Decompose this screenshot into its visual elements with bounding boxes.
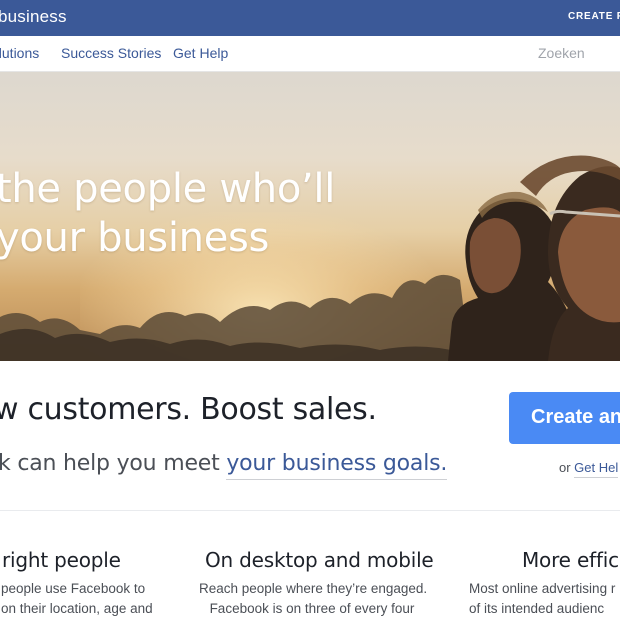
feature-text-desktop-mobile: Reach people where they’re engaged. Face… — [199, 579, 428, 619]
or-text: or — [559, 460, 575, 475]
business-goals-link[interactable]: your business goals. — [226, 451, 447, 480]
feature-line: on their location, age and — [1, 601, 153, 616]
main-subline: k can help you meet your business goals. — [0, 451, 447, 480]
feature-line: Most online advertising r — [469, 581, 616, 596]
main-headline: w customers. Boost sales. — [0, 392, 377, 427]
feature-text-right-people: people use Facebook to on their location… — [1, 579, 153, 619]
nav-item-solutions[interactable]: olutions — [0, 45, 39, 61]
feature-line: Reach people where they’re engaged. — [199, 581, 428, 596]
or-get-help: or Get Hel — [559, 460, 619, 478]
subline-prefix: k can help you meet — [0, 451, 227, 476]
nav-item-get-help[interactable]: Get Help — [173, 45, 228, 61]
get-help-link[interactable]: Get Hel — [574, 460, 619, 478]
top-bar: business CREATE P — [0, 0, 620, 36]
hero-banner: the people who’ll your business — [0, 72, 620, 361]
feature-line: people use Facebook to — [1, 581, 146, 596]
feature-text-more-efficient: Most online advertising r of its intende… — [469, 579, 615, 619]
sub-navigation: olutions Success Stories Get Help Zoeken — [0, 36, 620, 72]
search-input[interactable]: Zoeken — [538, 45, 585, 61]
nav-item-success-stories[interactable]: Success Stories — [61, 45, 161, 61]
feature-title-right-people: right people — [2, 548, 121, 572]
feature-line: of its intended audienc — [469, 601, 605, 616]
feature-title-desktop-mobile: On desktop and mobile — [205, 548, 434, 572]
brand-logo[interactable]: business — [0, 7, 67, 27]
create-page-link[interactable]: CREATE P — [568, 11, 620, 22]
hero-heading-line-2: your business — [0, 215, 270, 261]
feature-line: Facebook is on three of every four — [209, 601, 415, 616]
hero-heading-line-1: the people who’ll — [0, 166, 336, 212]
section-divider — [0, 510, 620, 511]
feature-title-more-efficient: More effici — [522, 548, 620, 572]
create-ad-button[interactable]: Create an — [509, 392, 620, 444]
